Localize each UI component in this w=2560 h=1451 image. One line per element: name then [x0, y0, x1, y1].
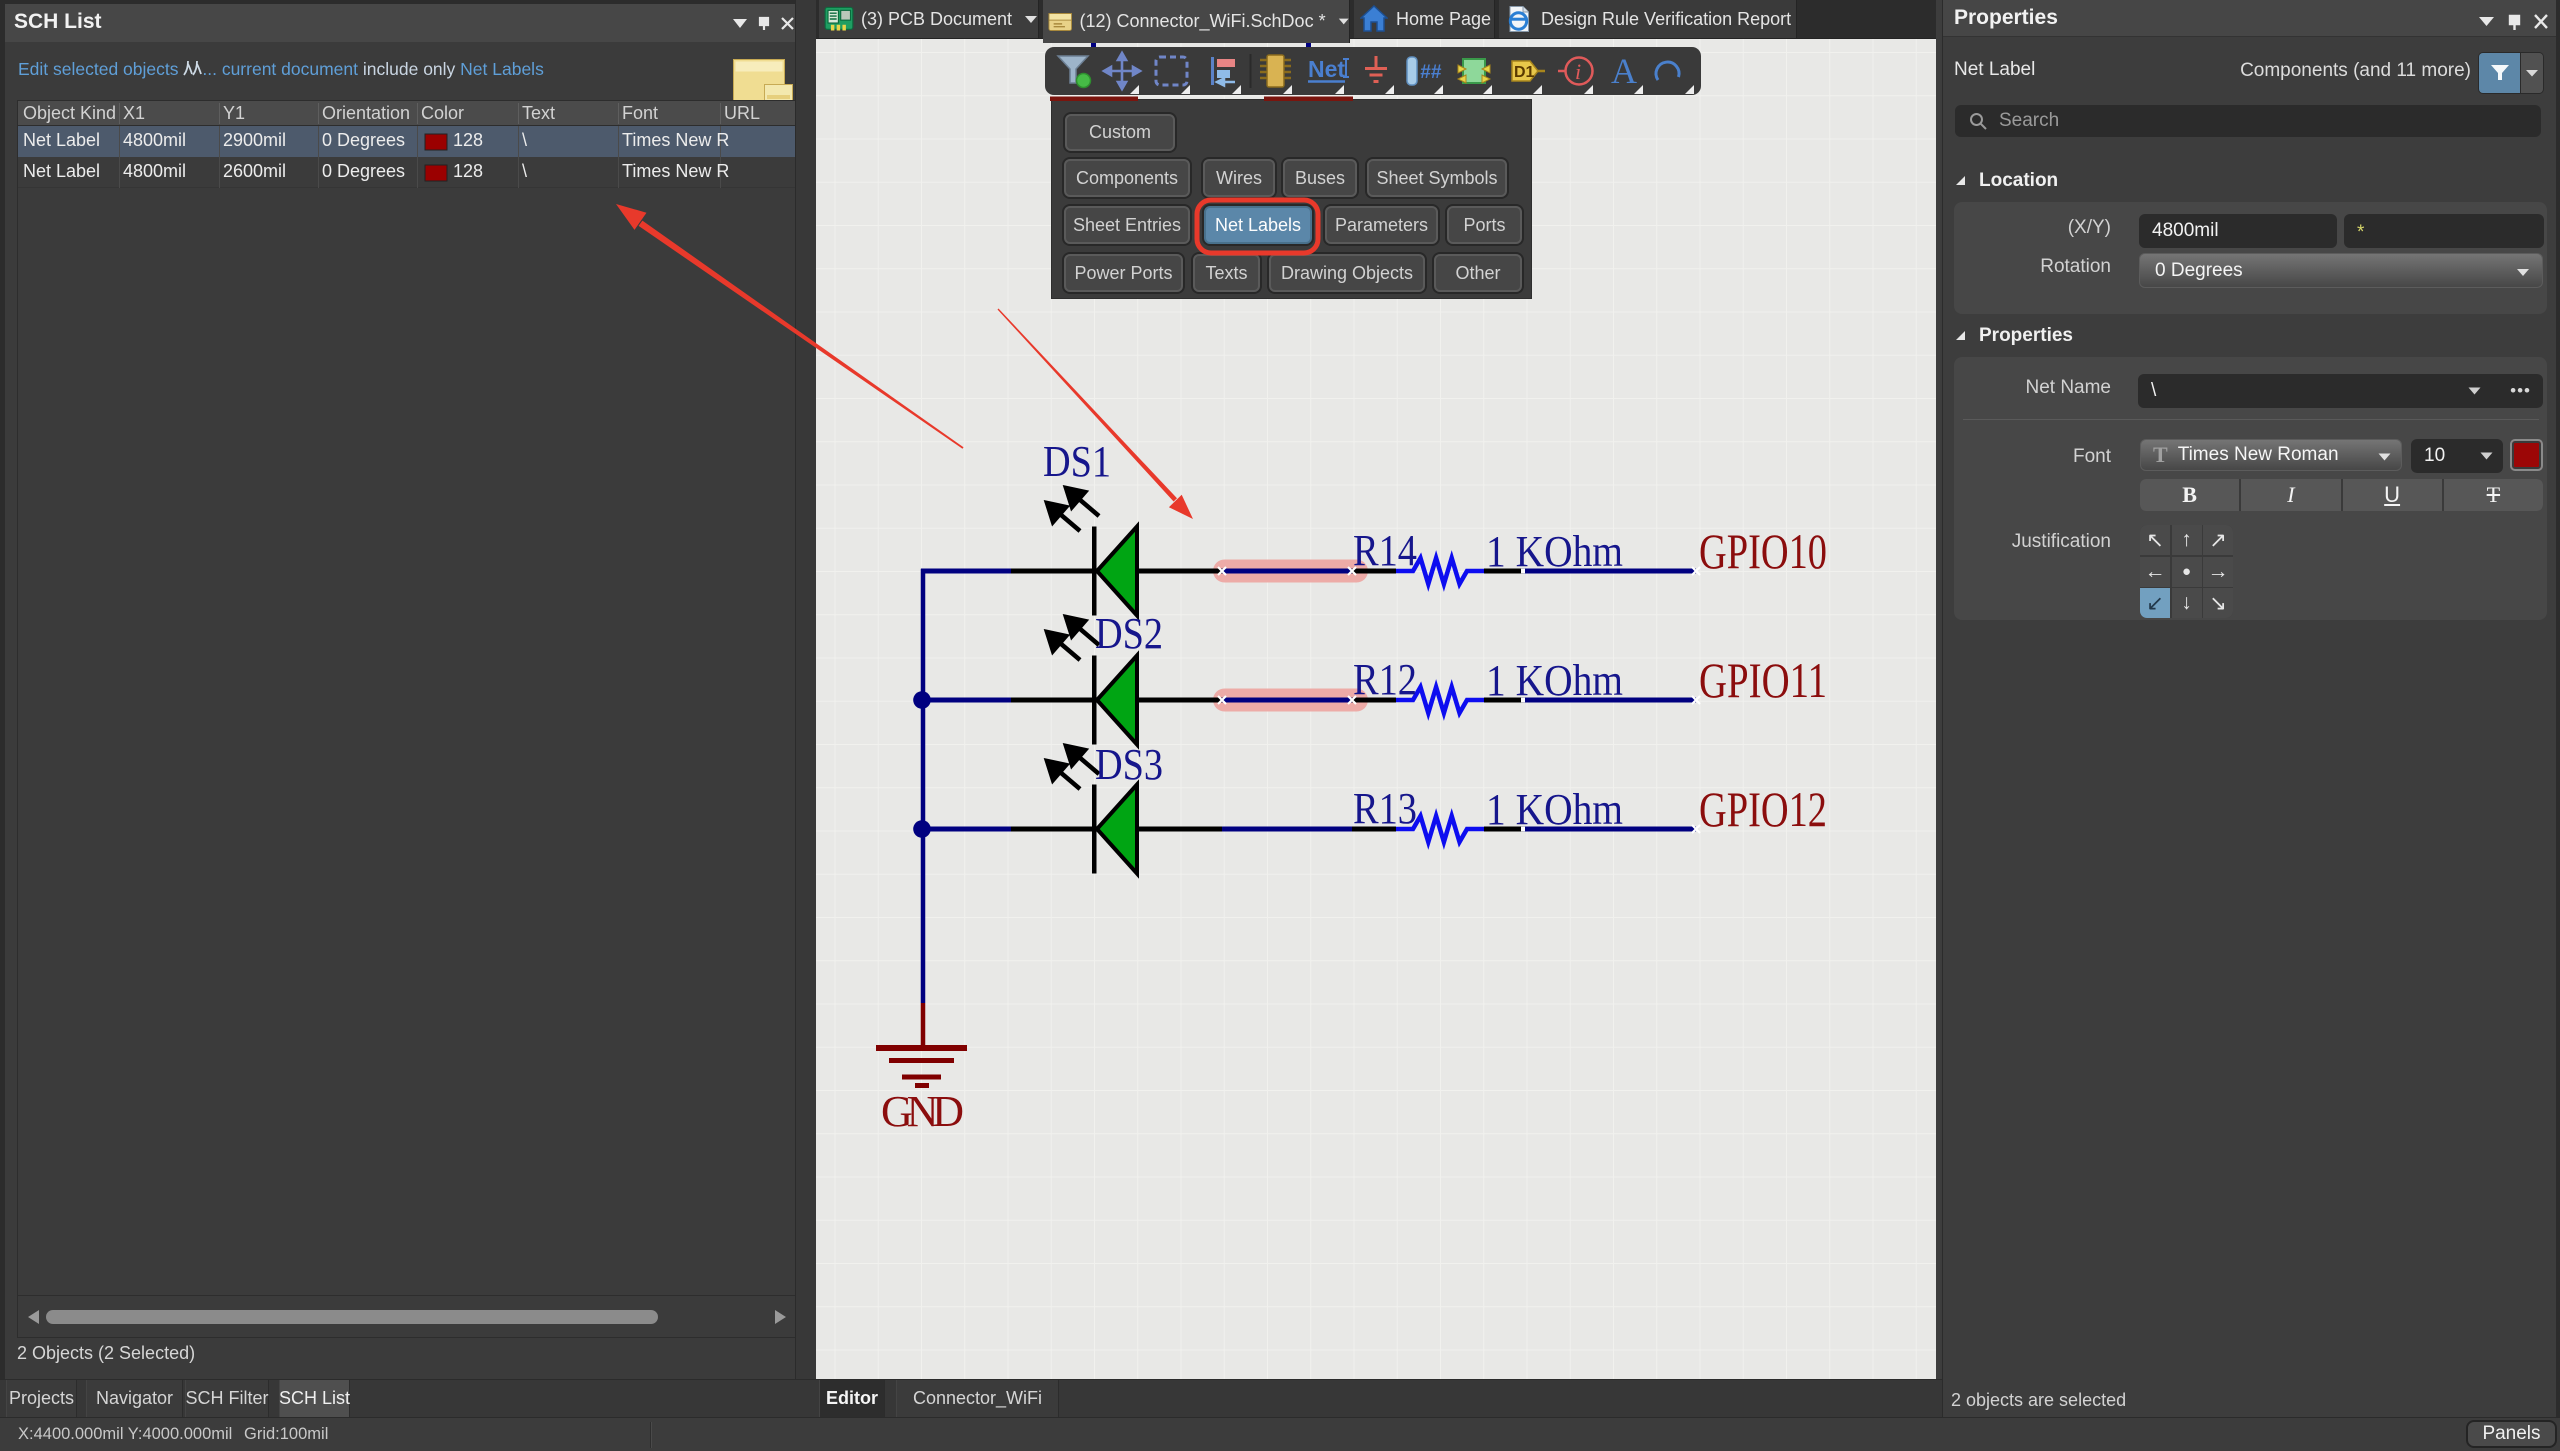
svg-text:1 KOhm: 1 KOhm: [1486, 527, 1623, 576]
svg-text:DS1: DS1: [1043, 437, 1111, 486]
svg-text:A: A: [1611, 51, 1637, 91]
svg-text:DS3: DS3: [1095, 740, 1163, 789]
svg-text:##: ##: [1420, 62, 1442, 83]
svg-text:1 KOhm: 1 KOhm: [1486, 656, 1623, 705]
svg-text:D1: D1: [1514, 64, 1535, 81]
svg-text:GPIO10: GPIO10: [1699, 523, 1827, 579]
svg-text:GPIO12: GPIO12: [1699, 781, 1827, 837]
svg-text:i: i: [1575, 59, 1581, 84]
svg-text:GPIO11: GPIO11: [1699, 652, 1827, 708]
svg-text:GND: GND: [881, 1087, 964, 1136]
svg-text:R12: R12: [1353, 655, 1417, 704]
svg-text:Net: Net: [1308, 56, 1345, 82]
svg-text:R13: R13: [1353, 784, 1417, 833]
svg-text:DS2: DS2: [1095, 609, 1163, 658]
svg-text:R14: R14: [1353, 526, 1417, 575]
svg-text:1 KOhm: 1 KOhm: [1486, 785, 1623, 834]
